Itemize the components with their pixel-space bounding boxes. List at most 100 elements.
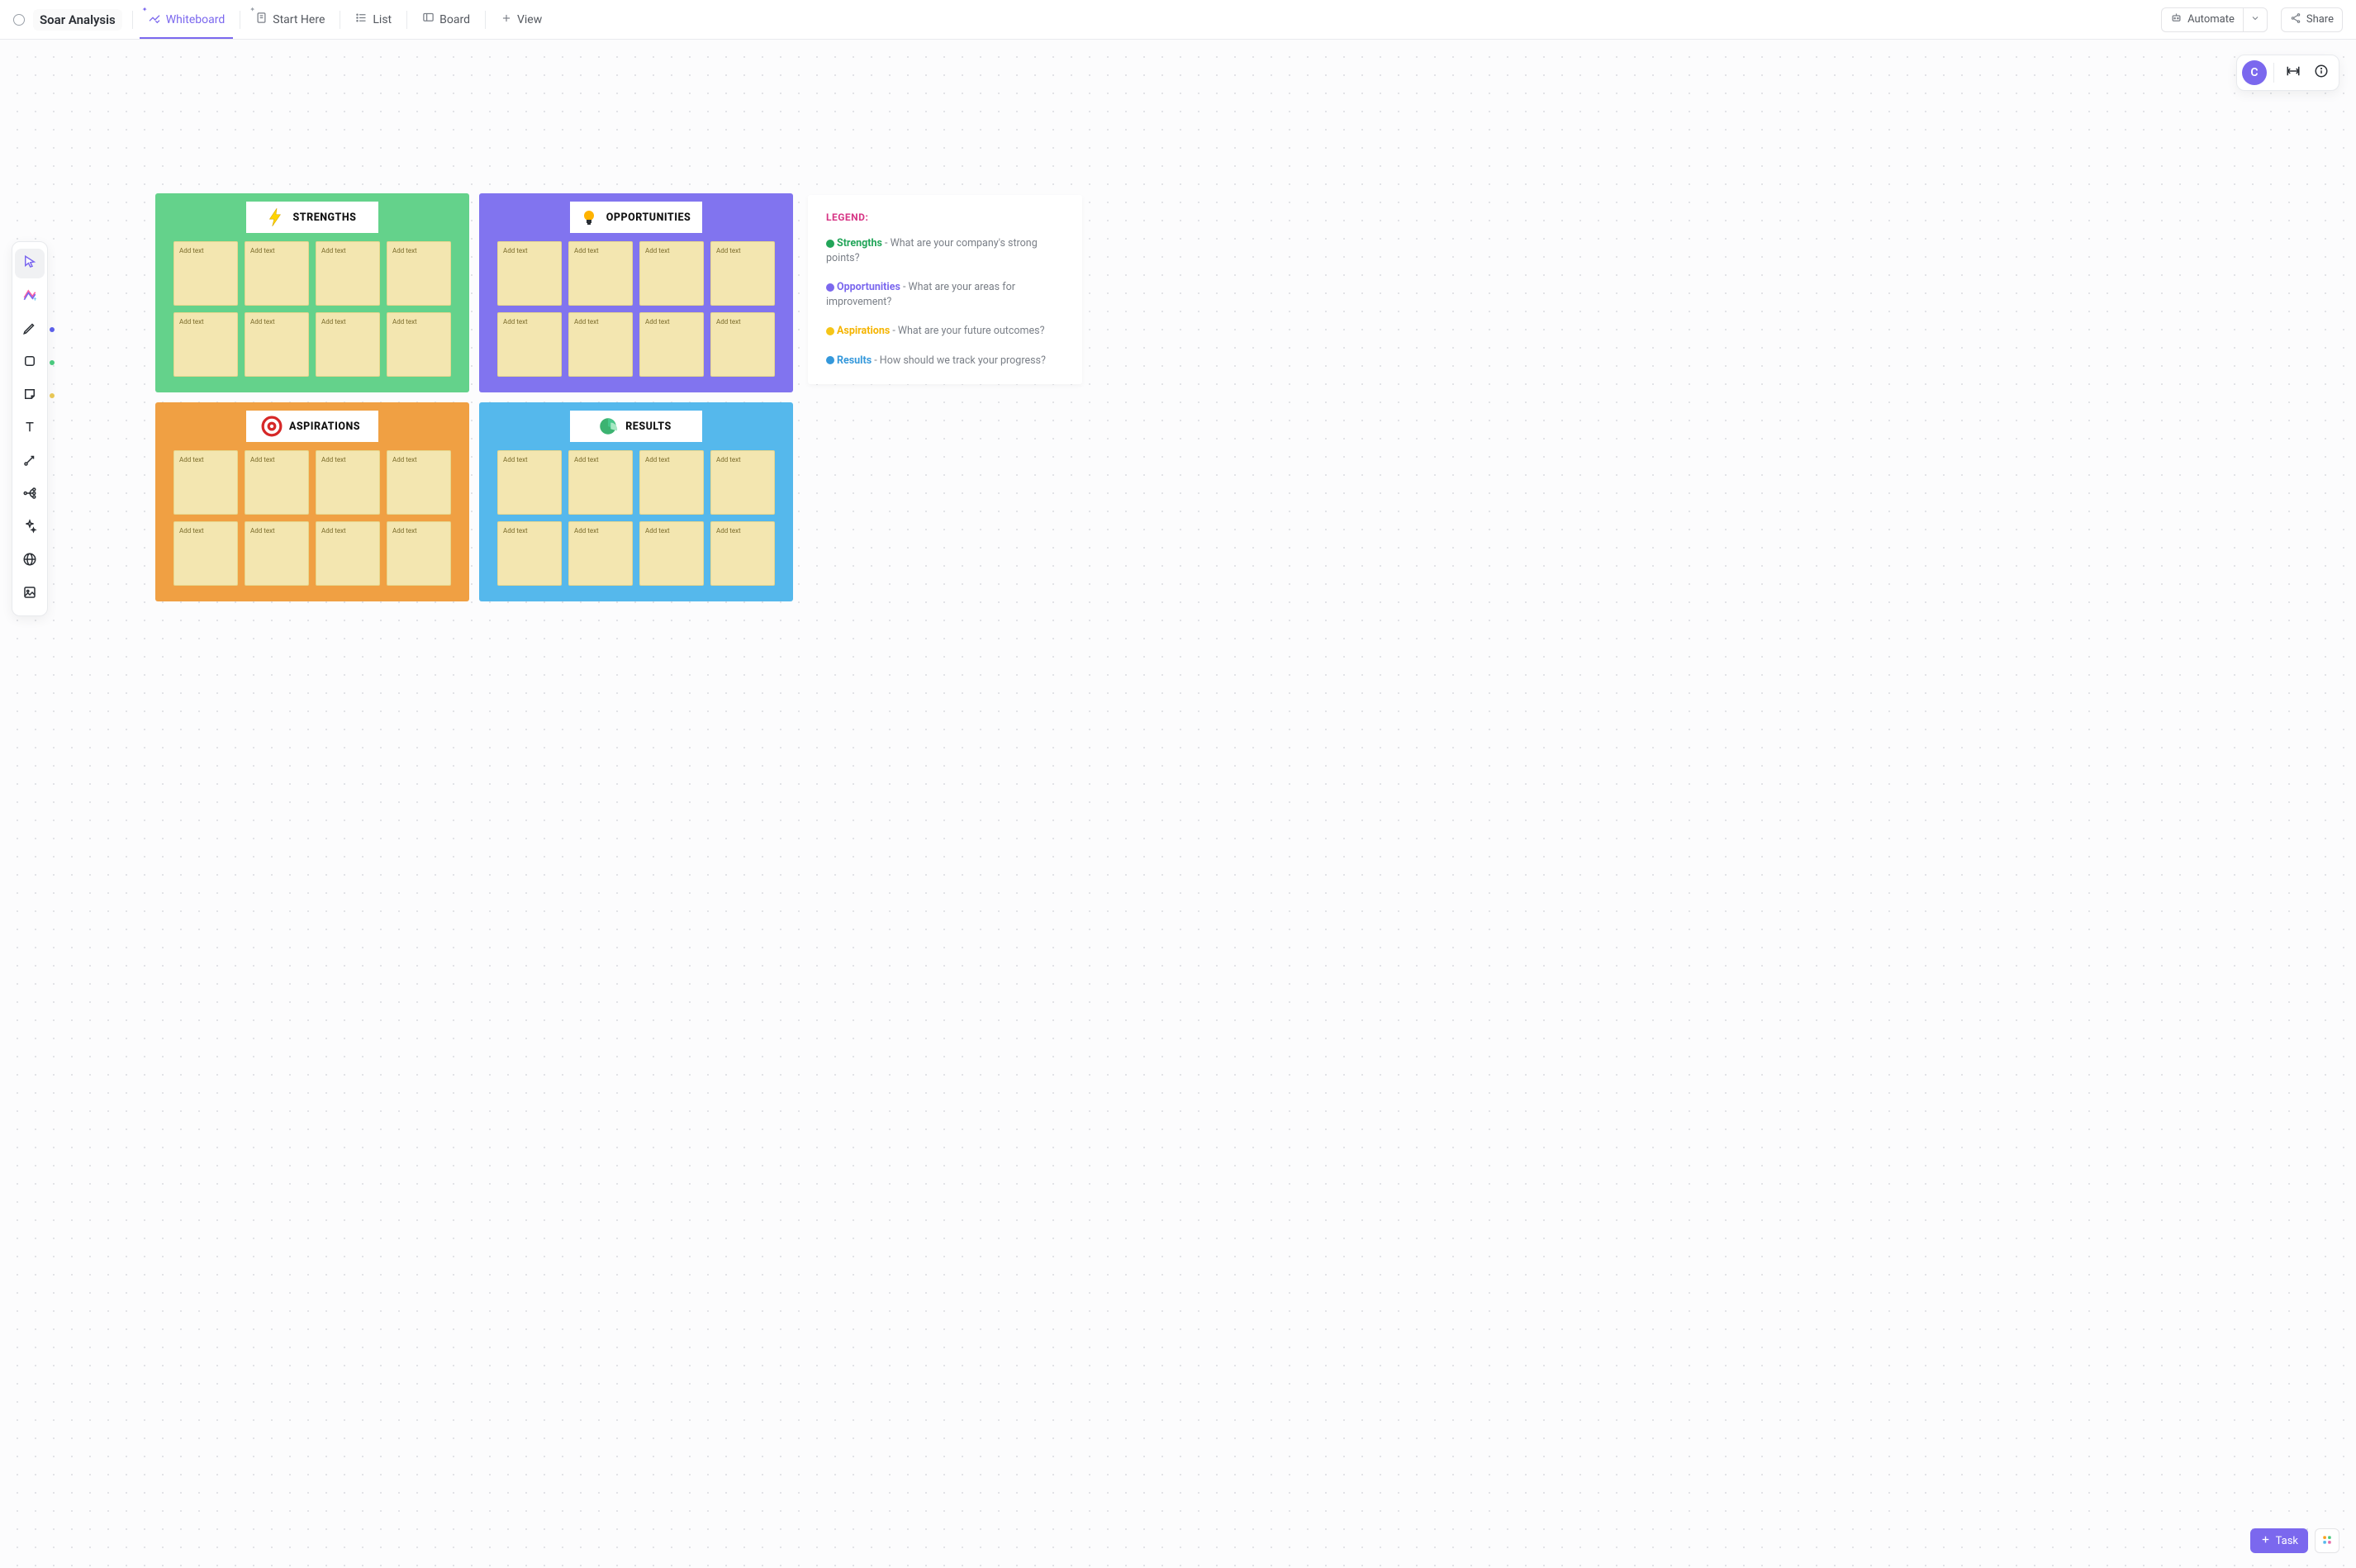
sticky-note[interactable]: Add text (316, 312, 380, 377)
sticky-note[interactable]: Add text (639, 521, 704, 586)
sticky-note[interactable]: Add text (173, 521, 238, 586)
share-icon (2290, 12, 2301, 27)
sticky-note[interactable]: Add text (387, 312, 451, 377)
sticky-note[interactable]: Add text (639, 241, 704, 306)
legend-sep: - (900, 281, 909, 293)
automate-label: Automate (2187, 13, 2235, 26)
automate-button[interactable]: Automate (2161, 7, 2243, 32)
sticky-note[interactable]: Add text (245, 312, 309, 377)
info-icon (2314, 64, 2329, 82)
sticky-note[interactable]: Add text (639, 312, 704, 377)
sticky-note[interactable]: Add text (173, 450, 238, 515)
tab-whiteboard[interactable]: Whiteboard (140, 1, 234, 39)
legend-row: Opportunities - What are your areas for … (826, 280, 1064, 309)
apps-button[interactable] (2315, 1528, 2339, 1553)
divider (485, 11, 486, 29)
whiteboard-canvas[interactable]: + C STRENGTHSAdd textAdd textAdd textAdd… (0, 40, 2356, 1568)
tab-board[interactable]: Board (414, 1, 478, 39)
quadrant-title: STRENGTHS (293, 211, 357, 224)
sticky-note[interactable]: Add text (316, 450, 380, 515)
diagram-icon: + (21, 287, 38, 306)
sticky-note[interactable]: Add text (568, 241, 633, 306)
status-circle-icon[interactable] (13, 14, 25, 26)
sticky-note[interactable]: Add text (316, 521, 380, 586)
sticky-note[interactable]: Add text (568, 312, 633, 377)
fit-width-button[interactable] (2281, 60, 2306, 85)
image-tool[interactable] (15, 579, 45, 609)
sticky-note[interactable]: Add text (497, 312, 562, 377)
quadrant-title: RESULTS (625, 421, 672, 433)
ai-icon (22, 519, 37, 537)
list-icon (355, 12, 368, 27)
add-view-button[interactable]: View (492, 1, 550, 39)
legend-dot-icon (826, 283, 834, 292)
connector-tool[interactable] (15, 447, 45, 477)
color-indicator-dot (50, 360, 55, 365)
bolt-icon (264, 205, 288, 230)
pen-tool[interactable] (15, 315, 45, 344)
automate-dropdown-button[interactable] (2243, 7, 2268, 32)
legend-name: Aspirations (837, 325, 890, 337)
sticky-note-tool[interactable] (15, 381, 45, 411)
target-icon (259, 414, 284, 439)
sticky-note[interactable]: Add text (710, 450, 775, 515)
info-button[interactable] (2309, 60, 2334, 85)
legend-title: LEGEND: (826, 211, 1064, 223)
connector-icon (22, 453, 37, 471)
tab-label: Start Here (273, 13, 325, 26)
legend-name: Opportunities (837, 281, 900, 293)
quadrant-aspirations: ASPIRATIONSAdd textAdd textAdd textAdd t… (155, 402, 469, 601)
sticky-note[interactable]: Add text (568, 450, 633, 515)
web-embed-tool[interactable] (15, 546, 45, 576)
sticky-note[interactable]: Add text (568, 521, 633, 586)
page-title[interactable]: Soar Analysis (33, 9, 122, 31)
cursor-tool[interactable] (15, 249, 45, 278)
sticky-note[interactable]: Add text (497, 521, 562, 586)
share-button[interactable]: Share (2281, 7, 2343, 32)
web-icon (22, 552, 37, 570)
sticky-note[interactable]: Add text (245, 450, 309, 515)
notes-grid: Add textAdd textAdd textAdd textAdd text… (173, 241, 451, 377)
svg-text:+: + (33, 296, 36, 303)
pen-icon (22, 321, 37, 339)
bottom-right-controls: Task (2250, 1528, 2339, 1553)
divider (132, 11, 133, 29)
sticky-note[interactable]: Add text (387, 450, 451, 515)
mindmap-tool[interactable] (15, 480, 45, 510)
diagram-tool[interactable]: + (15, 282, 45, 311)
sticky-note[interactable]: Add text (316, 241, 380, 306)
bulb-icon (577, 205, 601, 230)
tab-list[interactable]: List (347, 1, 400, 39)
tab-label: Whiteboard (166, 13, 226, 26)
text-tool[interactable] (15, 414, 45, 444)
shape-tool[interactable] (15, 348, 45, 378)
sticky-note[interactable]: Add text (710, 521, 775, 586)
sticky-note[interactable]: Add text (497, 241, 562, 306)
pie-icon (596, 414, 620, 439)
robot-icon (2170, 12, 2183, 27)
sticky-note[interactable]: Add text (710, 312, 775, 377)
sticky-note[interactable]: Add text (639, 450, 704, 515)
sticky-note[interactable]: Add text (245, 241, 309, 306)
quadrant-opportunities: OPPORTUNITIESAdd textAdd textAdd textAdd… (479, 193, 793, 392)
sticky-note[interactable]: Add text (387, 241, 451, 306)
sticky-note[interactable]: Add text (387, 521, 451, 586)
soar-quadrants: STRENGTHSAdd textAdd textAdd textAdd tex… (155, 193, 793, 601)
sticky-note[interactable]: Add text (710, 241, 775, 306)
user-avatar[interactable]: C (2242, 60, 2267, 85)
quadrant-title: ASPIRATIONS (289, 421, 360, 433)
ai-tool[interactable] (15, 513, 45, 543)
sticky-note[interactable]: Add text (173, 312, 238, 377)
sticky-note[interactable]: Add text (245, 521, 309, 586)
legend-desc: How should we track your progress? (880, 354, 1046, 367)
cursor-icon (22, 254, 37, 273)
sticky-note[interactable]: Add text (173, 241, 238, 306)
share-label: Share (2306, 13, 2334, 26)
legend-dot-icon (826, 240, 834, 248)
tab-label: List (373, 13, 392, 26)
legend-dot-icon (826, 327, 834, 335)
new-task-button[interactable]: Task (2250, 1528, 2308, 1553)
tab-start-here[interactable]: Start Here (247, 1, 333, 39)
sticky-note[interactable]: Add text (497, 450, 562, 515)
shape-icon (22, 354, 37, 372)
